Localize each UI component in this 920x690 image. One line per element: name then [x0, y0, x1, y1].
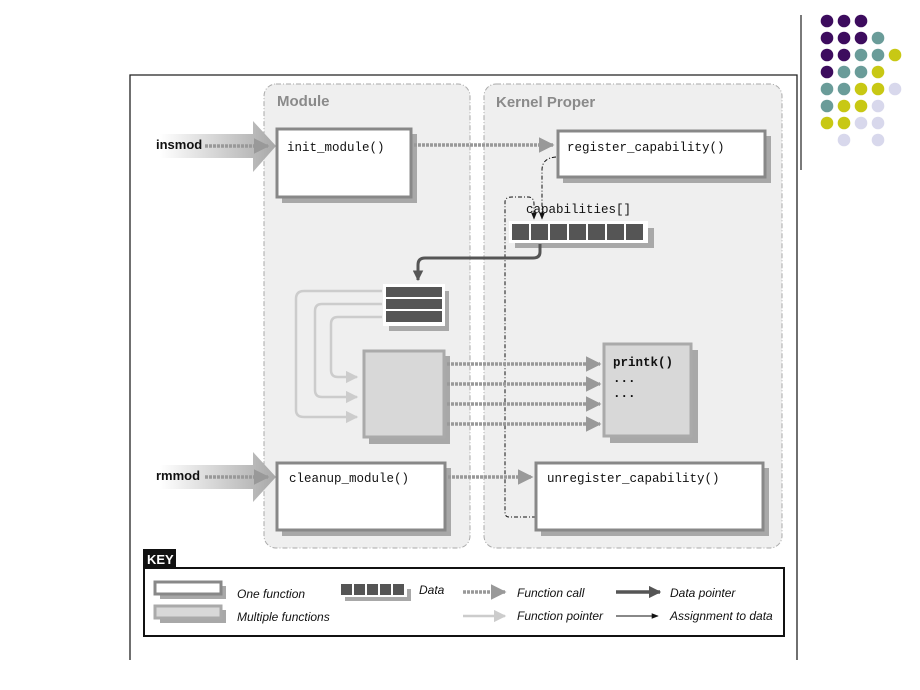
init-module-label: init_module() [287, 141, 385, 155]
cleanup-module-box: cleanup_module() [275, 461, 451, 536]
decorative-dot [871, 133, 885, 147]
decorative-dot [837, 133, 851, 147]
capabilities-label: capabilities[] [526, 203, 631, 217]
decorative-dot-grid [820, 14, 902, 147]
capabilities-array [509, 221, 654, 248]
decorative-dot [871, 48, 885, 62]
printk-box: printk() ... ... [602, 342, 698, 443]
legend: KEY One function Multiple functions Data… [143, 549, 785, 637]
decorative-dot [837, 65, 851, 79]
legend-data-cell [354, 584, 365, 595]
printk-ellipsis: ... [613, 387, 636, 401]
decorative-dot [837, 82, 851, 96]
legend-data-cell [393, 584, 404, 595]
decorative-dot [820, 116, 834, 130]
legend-title: KEY [147, 552, 174, 567]
decorative-dot [854, 65, 868, 79]
decorative-dot [837, 48, 851, 62]
legend-data-cell [341, 584, 352, 595]
kernel-panel-title: Kernel Proper [496, 94, 595, 111]
register-capability-label: register_capability() [567, 141, 725, 155]
slide-canvas: Module Kernel Proper insmod rmmod init_m… [129, 14, 902, 660]
decorative-dot [871, 116, 885, 130]
unregister-capability-label: unregister_capability() [547, 472, 720, 486]
legend-function-call: Function call [517, 586, 585, 600]
legend-multiple-functions: Multiple functions [237, 610, 330, 624]
legend-data-cell [380, 584, 391, 595]
capability-cell [550, 224, 567, 240]
capability-cell [512, 224, 529, 240]
capability-cell [531, 224, 548, 240]
decorative-dot [854, 99, 868, 113]
printk-label: printk() [613, 356, 673, 370]
capability-cell [607, 224, 624, 240]
decorative-dot [854, 82, 868, 96]
init-module-box: init_module() [275, 127, 417, 203]
decorative-dot [837, 31, 851, 45]
legend-data-pointer: Data pointer [670, 586, 736, 600]
rmmod-label: rmmod [156, 468, 200, 483]
capability-cell [588, 224, 605, 240]
cleanup-module-label: cleanup_module() [289, 472, 409, 486]
decorative-dot [871, 82, 885, 96]
register-capability-box: register_capability() [556, 129, 771, 183]
decorative-dot [837, 99, 851, 113]
decorative-dot [871, 65, 885, 79]
decorative-dot [854, 116, 868, 130]
unregister-capability-box: unregister_capability() [534, 461, 769, 536]
legend-one-function: One function [237, 587, 305, 601]
insmod-arrow: insmod [156, 121, 276, 172]
printk-ellipsis: ... [613, 372, 636, 386]
decorative-dot [820, 82, 834, 96]
decorative-dot [871, 31, 885, 45]
insmod-label: insmod [156, 137, 202, 152]
legend-assignment: Assignment to data [669, 609, 773, 623]
decorative-dot [888, 82, 902, 96]
decorative-dot [854, 14, 868, 28]
function-pointer-table [383, 284, 449, 331]
legend-data: Data [419, 583, 445, 597]
multiple-functions-box [362, 349, 450, 444]
capability-cell [569, 224, 586, 240]
decorative-dot [820, 48, 834, 62]
decorative-dot [888, 48, 902, 62]
decorative-dot [820, 14, 834, 28]
decorative-dot [854, 31, 868, 45]
decorative-dot [820, 65, 834, 79]
capability-cell [626, 224, 643, 240]
decorative-dot [854, 48, 868, 62]
rmmod-arrow: rmmod [156, 452, 276, 502]
decorative-dot [820, 31, 834, 45]
decorative-dot [820, 99, 834, 113]
legend-function-pointer: Function pointer [517, 609, 604, 623]
decorative-dot [837, 14, 851, 28]
decorative-dot [871, 99, 885, 113]
legend-data-cell [367, 584, 378, 595]
module-panel-title: Module [277, 93, 330, 110]
decorative-dot [837, 116, 851, 130]
